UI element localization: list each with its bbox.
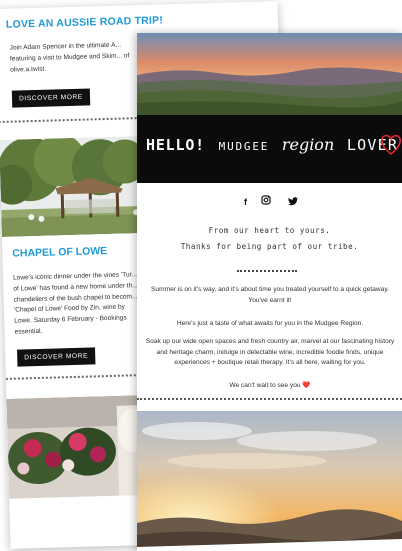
sunset-landscape-photo — [137, 411, 402, 551]
see-you-paragraph: We can't wait to see you ❤️ — [229, 382, 311, 389]
intro-paragraph: Summer is on it's way, and it's about ti… — [151, 286, 389, 304]
discover-more-button-1[interactable]: DISCOVER MORE — [11, 88, 91, 108]
front-email-card: HELLO! MUDGEE region LOVER f From our he… — [137, 33, 402, 551]
banner-hello: HELLO! — [146, 136, 205, 154]
instagram-icon[interactable] — [261, 195, 271, 205]
discover-more-button-2[interactable]: DISCOVER MORE — [17, 347, 96, 367]
heart-outline-icon — [380, 131, 402, 157]
dotted-divider — [237, 270, 297, 272]
soak-up-paragraph: Soak up our wide open spaces and fresh c… — [145, 338, 395, 367]
chapel-description: Lowe's iconic dinner under the vines 'Tu… — [12, 271, 138, 336]
banner-mudgee: MUDGEE — [218, 140, 270, 153]
chapel-photo — [0, 136, 142, 237]
road-trip-title: LOVE AN AUSSIE ROAD TRIP! — [5, 14, 164, 31]
twitter-icon[interactable] — [288, 197, 298, 206]
sunset-vineyard-photo — [137, 33, 402, 115]
taste-paragraph: Here's just a taste of what awaits for y… — [176, 320, 364, 327]
tagline-line-1: From our heart to yours. — [208, 226, 331, 235]
banner-heading: HELLO! MUDGEE region LOVER — [146, 135, 397, 165]
facebook-icon[interactable]: f — [244, 197, 247, 207]
hello-mudgee-banner: HELLO! MUDGEE region LOVER — [137, 115, 402, 183]
tagline-line-2: Thanks for being part of our tribe. — [180, 242, 359, 251]
chapel-title: CHAPEL OF LOWE — [12, 245, 108, 260]
banner-region: region — [281, 135, 335, 154]
road-trip-intro: Join Adam Spencer in the ultimate A... f… — [9, 41, 130, 74]
dotted-divider — [137, 398, 402, 400]
